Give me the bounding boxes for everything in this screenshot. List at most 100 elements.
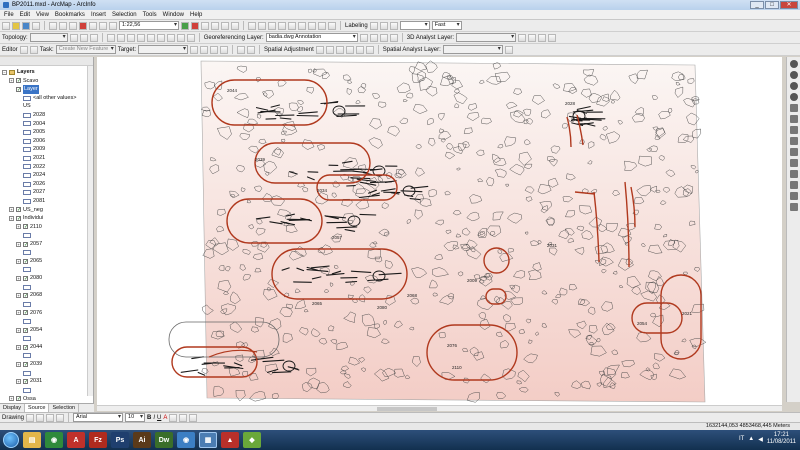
symbol-swatch-icon[interactable] xyxy=(23,112,31,118)
symbol-swatch-icon[interactable] xyxy=(23,301,31,307)
steepest-path-icon[interactable] xyxy=(528,33,537,42)
toc-item[interactable]: 2027 xyxy=(0,188,93,197)
tool-icon[interactable] xyxy=(789,104,798,112)
menu-insert[interactable]: Insert xyxy=(91,12,106,18)
sketch-tool-icon[interactable] xyxy=(29,45,38,54)
symbol-swatch-icon[interactable] xyxy=(23,121,31,127)
info-icon[interactable] xyxy=(186,33,195,42)
toc-item[interactable]: + ✓ 2057 xyxy=(0,240,93,249)
line-of-sight-icon[interactable] xyxy=(538,33,547,42)
visibility-checkbox[interactable]: ✓ xyxy=(23,344,28,350)
globe-icon[interactable] xyxy=(789,82,798,90)
marker-color-icon[interactable] xyxy=(189,413,198,422)
tab-selection[interactable]: Selection xyxy=(49,404,80,412)
expand-toggle-icon[interactable]: + xyxy=(16,293,21,299)
toc-item[interactable]: + ✓ Individui xyxy=(0,214,93,223)
full-extent-icon[interactable] xyxy=(308,21,316,30)
spatial-adjustment-label[interactable]: Spatial Adjustment xyxy=(264,47,314,53)
symbol-swatch-icon[interactable] xyxy=(23,250,31,256)
overview-icon[interactable] xyxy=(268,21,276,30)
scroll-thumb[interactable] xyxy=(377,407,437,411)
tool-icon[interactable] xyxy=(789,126,798,134)
3d-layer-combo[interactable] xyxy=(456,33,517,42)
toc-item[interactable]: 2024 xyxy=(0,171,93,180)
toc-item[interactable] xyxy=(0,317,93,326)
toc-item[interactable]: + ✓ 2065 xyxy=(0,257,93,266)
target-combo[interactable] xyxy=(138,45,189,54)
visibility-checkbox[interactable]: ✓ xyxy=(23,241,28,247)
fixed-zoom-out-icon[interactable] xyxy=(136,33,145,42)
volume-icon[interactable]: ◀ xyxy=(758,436,763,443)
visibility-checkbox[interactable]: ✓ xyxy=(23,327,28,333)
close-button[interactable]: ✕ xyxy=(780,1,798,9)
bold-button[interactable]: B xyxy=(147,415,151,421)
contour-icon[interactable] xyxy=(518,33,527,42)
acrobat-icon[interactable]: A xyxy=(67,432,85,448)
tool-icon[interactable] xyxy=(789,159,798,167)
add-data-icon[interactable] xyxy=(109,21,117,30)
visibility-checkbox[interactable]: ✓ xyxy=(16,78,21,84)
tool-icon[interactable] xyxy=(789,203,798,211)
menu-view[interactable]: View xyxy=(36,12,49,18)
toc-item[interactable]: 2022 xyxy=(0,163,93,172)
symbol-swatch-icon[interactable] xyxy=(23,147,31,153)
cut-icon[interactable] xyxy=(49,21,57,30)
toc-item[interactable] xyxy=(0,283,93,292)
clock[interactable]: 17:21 11/08/2011 xyxy=(767,432,796,446)
open-icon[interactable] xyxy=(12,21,20,30)
refresh-icon[interactable] xyxy=(258,21,266,30)
visibility-checkbox[interactable]: ✓ xyxy=(16,396,21,402)
toc-item[interactable]: + ✓ 2031 xyxy=(0,377,93,386)
visibility-checkbox[interactable]: ✓ xyxy=(16,215,21,221)
network-icon[interactable]: ▲ xyxy=(748,436,754,442)
toc-item[interactable] xyxy=(0,386,93,395)
magnifier-icon[interactable] xyxy=(278,21,286,30)
menu-help[interactable]: Help xyxy=(190,12,202,18)
toc-item[interactable] xyxy=(0,300,93,309)
arcmap-task-icon[interactable]: ▦ xyxy=(199,432,217,448)
back-extent-icon[interactable] xyxy=(146,33,155,42)
photoshop-icon[interactable]: Ps xyxy=(111,432,129,448)
drawing-menu[interactable]: Drawing xyxy=(2,415,24,421)
rotate-icon[interactable] xyxy=(359,33,368,42)
reshape-icon[interactable] xyxy=(247,45,256,54)
explorer-icon[interactable]: ▤ xyxy=(23,432,41,448)
adjust-multi-icon[interactable] xyxy=(335,45,344,54)
adjust-table-icon[interactable] xyxy=(345,45,354,54)
sketch-properties-icon[interactable] xyxy=(220,45,229,54)
label-manager-icon[interactable] xyxy=(369,21,378,30)
visibility-checkbox[interactable]: ✓ xyxy=(16,207,21,213)
toc-item[interactable] xyxy=(0,334,93,343)
find-icon[interactable] xyxy=(328,21,336,30)
edit-tool-icon[interactable] xyxy=(19,45,28,54)
fixed-zoom-in-icon[interactable] xyxy=(126,33,135,42)
symbol-swatch-icon[interactable] xyxy=(23,181,31,187)
visibility-checkbox[interactable]: ✓ xyxy=(23,224,28,230)
arctoolbox-icon[interactable] xyxy=(191,21,199,30)
font-combo[interactable]: Arial xyxy=(73,413,124,422)
add-control-points-icon[interactable] xyxy=(379,33,388,42)
save-icon[interactable] xyxy=(22,21,30,30)
expand-toggle-icon[interactable]: + xyxy=(16,224,21,230)
toc-item[interactable]: + ✓ 2076 xyxy=(0,309,93,318)
toc-item[interactable]: US xyxy=(0,102,93,111)
topology-edit-icon[interactable] xyxy=(79,33,88,42)
scale-combo[interactable]: 1:22,56 xyxy=(119,21,179,30)
spatial-analyst-layer-combo[interactable] xyxy=(442,45,503,54)
toc-item[interactable] xyxy=(0,369,93,378)
visibility-checkbox[interactable]: ✓ xyxy=(23,293,28,299)
symbol-swatch-icon[interactable] xyxy=(23,129,31,135)
toc-item[interactable]: + ✓ Ossa xyxy=(0,395,93,404)
toc-item[interactable]: + ✓ Scavo xyxy=(0,77,93,86)
adjust-select-icon[interactable] xyxy=(315,45,324,54)
toc-item[interactable]: 2004 xyxy=(0,120,93,129)
expand-toggle-icon[interactable]: + xyxy=(16,258,21,264)
toc-item[interactable] xyxy=(0,248,93,257)
layout-icon[interactable] xyxy=(248,21,256,30)
model-builder-icon[interactable] xyxy=(221,21,229,30)
visibility-checkbox[interactable]: ✓ xyxy=(23,258,28,264)
toc-item[interactable]: + ✓ 2044 xyxy=(0,343,93,352)
expand-toggle-icon[interactable]: + xyxy=(16,241,21,247)
menu-file[interactable]: File xyxy=(4,12,14,18)
symbol-swatch-icon[interactable] xyxy=(23,353,31,359)
